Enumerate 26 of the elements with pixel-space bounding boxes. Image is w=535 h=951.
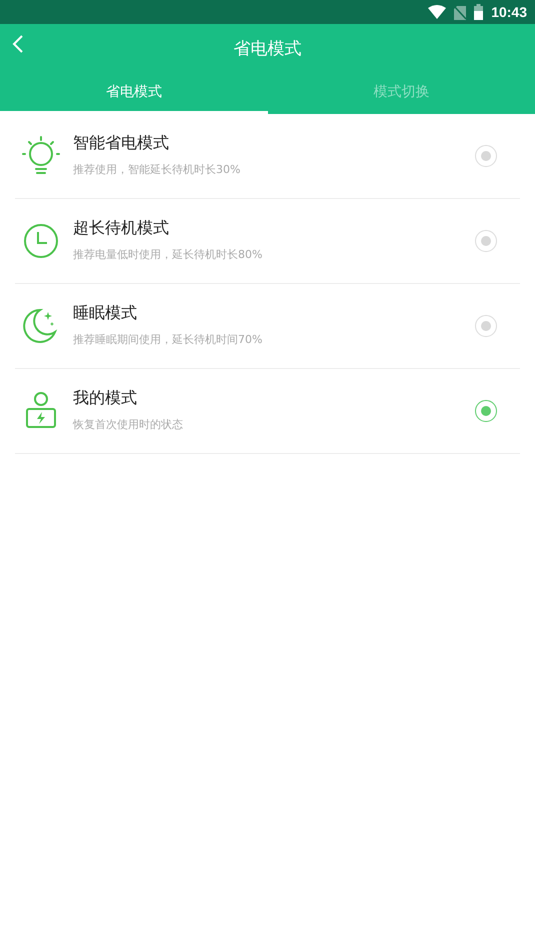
back-icon — [12, 34, 24, 54]
mode-title: 智能省电模式 — [73, 133, 169, 154]
mode-description: 恢复首次使用时的状态 — [73, 417, 183, 432]
moon-icon — [23, 308, 59, 344]
radio-button[interactable] — [475, 230, 497, 252]
mode-description: 推荐使用，智能延长待机时长30% — [73, 162, 240, 177]
status-time: 10:43 — [491, 4, 527, 20]
mode-item[interactable]: 超长待机模式 推荐电量低时使用，延长待机时长80% — [15, 199, 520, 284]
radio-button[interactable] — [475, 400, 497, 422]
radio-button[interactable] — [475, 315, 497, 337]
mode-item[interactable]: 我的模式 恢复首次使用时的状态 — [15, 369, 520, 454]
mode-title: 睡眠模式 — [73, 303, 137, 324]
mode-title: 超长待机模式 — [73, 218, 169, 239]
person-battery-icon — [25, 392, 57, 430]
screen-title: 省电模式 — [234, 38, 302, 60]
mode-title: 我的模式 — [73, 388, 137, 409]
radio-button[interactable] — [475, 145, 497, 167]
no-sim-icon — [454, 4, 466, 20]
clock-icon — [23, 223, 59, 259]
battery-icon — [474, 4, 484, 20]
wifi-icon — [428, 5, 446, 19]
lightbulb-icon — [22, 135, 60, 177]
mode-description: 推荐电量低时使用，延长待机时长80% — [73, 247, 262, 262]
mode-description: 推荐睡眠期间使用，延长待机时间70% — [73, 332, 262, 347]
mode-item[interactable]: 睡眠模式 推荐睡眠期间使用，延长待机时间70% — [15, 284, 520, 369]
mode-item[interactable]: 智能省电模式 推荐使用，智能延长待机时长30% — [15, 114, 520, 199]
